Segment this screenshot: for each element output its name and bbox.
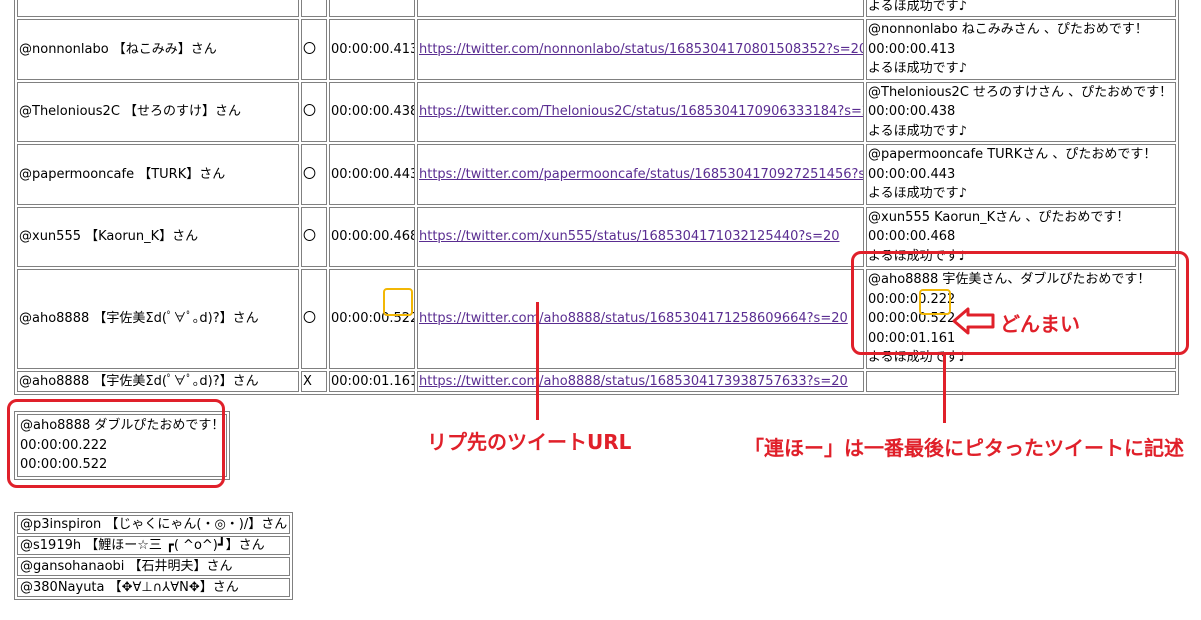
tweet-link[interactable]: https://twitter.com/papermooncafe/status… (419, 167, 863, 182)
user-cell: @gansohanaobi 【石井明夫】さん (17, 557, 291, 576)
name-cell: @papermooncafe 【TURK】さん (17, 144, 299, 205)
message-line: 00:00:00.413 (868, 41, 956, 57)
name-cell (17, 0, 299, 17)
mark-cell: 〇 (301, 206, 327, 267)
table-row: @nonnonlabo 【ねこみみ】さん 〇 00:00:00.413 http… (17, 19, 1176, 80)
message-cell: @papermooncafe TURKさん 、ぴたおめです！ 00:00:00.… (866, 144, 1176, 205)
callout-double-pita-box (7, 399, 225, 488)
url-cell: https://twitter.com/aho8888/status/16853… (417, 269, 864, 369)
url-cell: https://twitter.com/papermooncafe/status… (417, 144, 864, 205)
list-item: @gansohanaobi 【石井明夫】さん (17, 557, 291, 576)
list-item: @s1919h 【鯉ほー☆三 ┏( ^o^)┛】さん (17, 536, 291, 555)
time-cell: 00:00:00.413 (329, 19, 415, 80)
list-item: @380Nayuta 【✥∀⊥∩⅄∀N✥】さん (17, 578, 291, 597)
url-cell: https://twitter.com/aho8888/status/16853… (417, 370, 864, 392)
message-line: よるほ成功です♪ (868, 61, 967, 76)
list-item: @p3inspiron 【じゃくにゃん(・◎・)/】さん (17, 515, 291, 534)
table-row: @papermooncafe 【TURK】さん 〇 00:00:00.443 h… (17, 144, 1176, 205)
message-line: よるほ成功です♪ (868, 186, 967, 201)
message-line: よるほ成功です♪ (868, 123, 967, 139)
message-line: よるほ成功です♪ (868, 0, 967, 14)
message-line: 00:00:00.443 (868, 166, 956, 182)
time-cell: 00:00:00.438 (329, 81, 415, 142)
time-cell (329, 0, 415, 17)
time-cell: 00:00:00.468 (329, 206, 415, 267)
time-cell: 00:00:00.522 (329, 269, 415, 369)
message-cell (866, 370, 1176, 392)
connector-line-url (536, 302, 539, 420)
message-cell: @Thelonious2C せろのすけさん 、ぴたおめです！ 00:00:00.… (866, 81, 1176, 142)
mark-cell: 〇 (301, 269, 327, 369)
mark-cell: 〇 (301, 19, 327, 80)
name-cell: @nonnonlabo 【ねこみみ】さん (17, 19, 299, 80)
callout-message-box (851, 251, 1189, 355)
message-line: @Thelonious2C せろのすけさん 、ぴたおめです！ (868, 84, 1173, 100)
table-row-partial: よるほ成功です♪ (17, 0, 1176, 17)
tweet-link[interactable]: https://twitter.com/aho8888/status/16853… (419, 374, 848, 389)
message-line: @nonnonlabo ねこみみさん 、ぴたおめです！ (868, 22, 1148, 37)
connector-line-message (943, 355, 946, 423)
message-cell: よるほ成功です♪ (866, 0, 1176, 17)
annotation-reply-url: リプ先のツイートURL (427, 430, 632, 454)
url-cell: https://twitter.com/nonnonlabo/status/16… (417, 19, 864, 80)
mark-cell (301, 0, 327, 17)
highlight-time (383, 288, 413, 316)
name-cell: @Thelonious2C 【せろのすけ】さん (17, 81, 299, 142)
mark-cell: 〇 (301, 144, 327, 205)
message-cell: @nonnonlabo ねこみみさん 、ぴたおめです！ 00:00:00.413… (866, 19, 1176, 80)
table-row: @Thelonious2C 【せろのすけ】さん 〇 00:00:00.438 h… (17, 81, 1176, 142)
mark-cell: X (301, 370, 327, 392)
name-cell: @aho8888 【宇佐美Σd(ﾟ∀ﾟ｡d)?】さん (17, 269, 299, 369)
message-line: @xun555 Kaorun_Kさん 、ぴたおめです！ (868, 209, 1130, 225)
message-line: @papermooncafe TURKさん 、ぴたおめです！ (868, 147, 1157, 162)
mark-cell: 〇 (301, 81, 327, 142)
annotation-donmai: どんまい (1000, 312, 1080, 336)
tweet-link[interactable]: https://twitter.com/xun555/status/168530… (419, 229, 840, 244)
tweet-link[interactable]: https://twitter.com/aho8888/status/16853… (419, 311, 848, 326)
annotation-renho-note: 「連ほー」は一番最後にピタったツイートに記述 (744, 436, 1184, 460)
user-cell: @380Nayuta 【✥∀⊥∩⅄∀N✥】さん (17, 578, 291, 597)
remaining-users-table: @p3inspiron 【じゃくにゃん(・◎・)/】さん @s1919h 【鯉ほ… (14, 512, 294, 600)
time-cell: 00:00:01.161 (329, 370, 415, 392)
tweet-link[interactable]: https://twitter.com/nonnonlabo/status/16… (419, 42, 863, 57)
message-line: 00:00:00.438 (868, 104, 956, 119)
url-cell (417, 0, 864, 17)
user-cell: @s1919h 【鯉ほー☆三 ┏( ^o^)┛】さん (17, 536, 291, 555)
name-cell: @xun555 【Kaorun_K】さん (17, 206, 299, 267)
url-cell: https://twitter.com/xun555/status/168530… (417, 206, 864, 267)
message-line: 00:00:00.468 (868, 229, 956, 244)
user-cell: @p3inspiron 【じゃくにゃん(・◎・)/】さん (17, 515, 291, 534)
arrow-left-icon (952, 307, 995, 335)
time-cell: 00:00:00.443 (329, 144, 415, 205)
name-cell: @aho8888 【宇佐美Σd(ﾟ∀ﾟ｡d)?】さん (17, 370, 299, 392)
tweet-link[interactable]: https://twitter.com/Thelonious2C/status/… (419, 104, 863, 119)
highlight-message-time (919, 289, 951, 315)
table-row: @aho8888 【宇佐美Σd(ﾟ∀ﾟ｡d)?】さん X 00:00:01.16… (17, 370, 1176, 392)
url-cell: https://twitter.com/Thelonious2C/status/… (417, 81, 864, 142)
